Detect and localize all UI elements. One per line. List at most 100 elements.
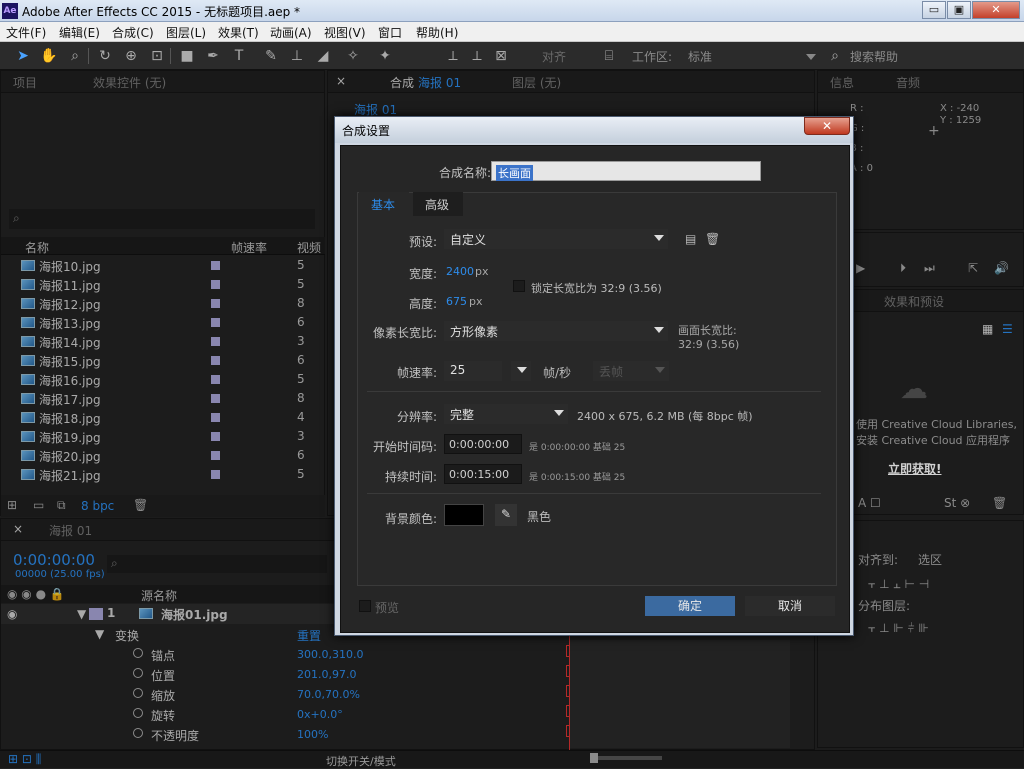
minimize-icon: ▭ (928, 3, 940, 16)
close-icon: ✕ (821, 119, 833, 133)
bg-color-label: 背景颜色: (384, 512, 437, 526)
pixel-aspect-label: 像素长宽比: (372, 326, 437, 340)
workspace-select[interactable]: 标准 (688, 48, 818, 65)
title-bar: Ae Adobe After Effects CC 2015 - 无标题项目.a… (0, 0, 1024, 22)
preview-checkbox[interactable] (359, 600, 371, 612)
brush-tool-icon[interactable]: ✎ (262, 47, 280, 65)
close-icon: ✕ (991, 3, 1001, 16)
ok-button[interactable]: 确定 (645, 596, 735, 616)
save-preset-icon[interactable]: ▤ (685, 232, 696, 246)
duration-label: 持续时间: (384, 470, 437, 484)
menu-bar: 文件(F) 编辑(E) 合成(C) 图层(L) 效果(T) 动画(A) 视图(V… (0, 22, 1024, 42)
workspace-chevron-icon[interactable] (806, 54, 816, 60)
dialog-body: 合成名称: 长画面 基本 高级 预设: 自定义 ▤ 🗑 宽度: 2400 px … (340, 145, 850, 633)
start-timecode-info: 是 0:00:00:00 基础 25 (529, 443, 626, 453)
puppet-pin-tool-icon[interactable]: ✦ (376, 47, 394, 65)
preset-label: 预设: (408, 235, 437, 249)
delete-preset-icon[interactable]: 🗑 (705, 232, 720, 246)
start-timecode-label: 开始时间码: (372, 440, 437, 454)
fps-label: 帧速率: (396, 366, 437, 380)
tab-basic[interactable]: 基本 (359, 192, 409, 216)
fps-value: 25 (450, 363, 466, 377)
cancel-button[interactable]: 取消 (745, 596, 835, 616)
close-button[interactable]: ✕ (972, 1, 1020, 19)
chevron-down-icon (517, 367, 527, 373)
chevron-down-icon (655, 367, 665, 373)
lock-aspect-label: 锁定长宽比为 32:9 (3.56) (531, 282, 662, 295)
roto-brush-tool-icon[interactable]: ✧ (344, 47, 362, 65)
menu-animation[interactable]: 动画(A) (270, 24, 312, 41)
axis-view-icon[interactable]: ⊠ (492, 47, 510, 65)
duration-info: 是 0:00:15:00 基础 25 (529, 473, 626, 483)
text-tool-icon[interactable]: T (230, 47, 248, 65)
width-unit: px (475, 265, 489, 278)
axis-local-icon[interactable]: ⟂ (444, 47, 462, 65)
menu-effect[interactable]: 效果(T) (218, 24, 259, 41)
clone-stamp-tool-icon[interactable]: ⊥ (288, 47, 306, 65)
dialog-title: 合成设置 (342, 124, 391, 138)
workspace-label: 工作区: (632, 50, 673, 64)
composition-settings-dialog: 合成设置 ✕ 合成名称: 长画面 基本 高级 预设: 自定义 ▤ 🗑 宽度: 2… (334, 116, 854, 636)
frame-aspect-value: 32:9 (3.56) (678, 338, 740, 351)
resolution-value: 完整 (450, 408, 475, 422)
axis-world-icon[interactable]: ⟂ (468, 47, 486, 65)
preset-select[interactable]: 自定义 (444, 229, 668, 249)
resolution-label: 分辨率: (396, 410, 437, 424)
chevron-down-icon (554, 410, 564, 416)
pan-behind-tool-icon[interactable]: ⊡ (148, 47, 166, 65)
width-label: 宽度: (408, 267, 437, 281)
drop-frame-select[interactable]: 丢帧 (593, 361, 669, 381)
maximize-button[interactable]: ▣ (947, 1, 971, 19)
menu-edit[interactable]: 编辑(E) (59, 24, 100, 41)
pixel-aspect-value: 方形像素 (450, 325, 499, 339)
fps-input[interactable]: 25 (444, 361, 502, 381)
tab-basic-label: 基本 (371, 198, 396, 212)
menu-layer[interactable]: 图层(L) (166, 24, 206, 41)
chevron-down-icon (654, 235, 664, 241)
search-help-input[interactable]: 搜索帮助 (850, 48, 898, 65)
menu-help[interactable]: 帮助(H) (416, 24, 458, 41)
chevron-down-icon (654, 327, 664, 333)
tab-advanced-label: 高级 (425, 198, 450, 212)
width-value[interactable]: 2400 (446, 265, 474, 278)
start-timecode-input[interactable]: 0:00:00:00 (444, 434, 522, 454)
pen-tool-icon[interactable]: ✒ (204, 47, 222, 65)
selection-tool-icon[interactable]: ➤ (14, 47, 32, 65)
bg-color-swatch[interactable] (444, 504, 484, 526)
rotate-tool-icon[interactable]: ↻ (96, 47, 114, 65)
window-title: Adobe After Effects CC 2015 - 无标题项目.aep … (22, 5, 301, 19)
zoom-tool-icon[interactable]: ⌕ (66, 47, 84, 65)
maximize-icon: ▣ (953, 3, 965, 16)
menu-view[interactable]: 视图(V) (324, 24, 366, 41)
dialog-close-button[interactable]: ✕ (804, 117, 850, 135)
resolution-info: 2400 x 675, 6.2 MB (每 8bpc 帧) (577, 410, 753, 423)
menu-file[interactable]: 文件(F) (6, 24, 46, 41)
eyedropper-icon[interactable]: ✎ (495, 504, 517, 526)
lock-aspect-checkbox[interactable] (513, 280, 525, 292)
app-logo: Ae (2, 3, 18, 19)
preview-label: 预览 (375, 601, 400, 615)
camera-tool-icon[interactable]: ⊕ (122, 47, 140, 65)
menu-window[interactable]: 窗口 (378, 24, 402, 41)
shape-tool-icon[interactable]: ■ (178, 47, 196, 65)
fps-dropdown[interactable] (511, 361, 531, 381)
duration-value: 0:00:15:00 (449, 468, 510, 481)
search-icon: ⌕ (831, 48, 839, 64)
comp-name-input[interactable]: 长画面 (491, 161, 761, 181)
preset-value: 自定义 (450, 233, 487, 247)
eraser-tool-icon[interactable]: ◢ (314, 47, 332, 65)
minimize-button[interactable]: ▭ (922, 1, 946, 19)
height-value[interactable]: 675 (446, 295, 467, 308)
duration-input[interactable]: 0:00:15:00 (444, 464, 522, 484)
hand-tool-icon[interactable]: ✋ (40, 47, 58, 65)
drop-frame-value: 丢帧 (599, 365, 624, 379)
comp-name-label: 合成名称: (438, 166, 491, 180)
comp-name-value: 长画面 (496, 165, 533, 181)
resolution-select[interactable]: 完整 (444, 404, 568, 424)
pixel-aspect-select[interactable]: 方形像素 (444, 321, 668, 341)
bg-color-name: 黑色 (527, 510, 552, 524)
tab-advanced[interactable]: 高级 (413, 192, 463, 216)
frame-aspect-label: 画面长宽比: (678, 324, 737, 337)
menu-composition[interactable]: 合成(C) (112, 24, 154, 41)
height-label: 高度: (408, 297, 437, 311)
